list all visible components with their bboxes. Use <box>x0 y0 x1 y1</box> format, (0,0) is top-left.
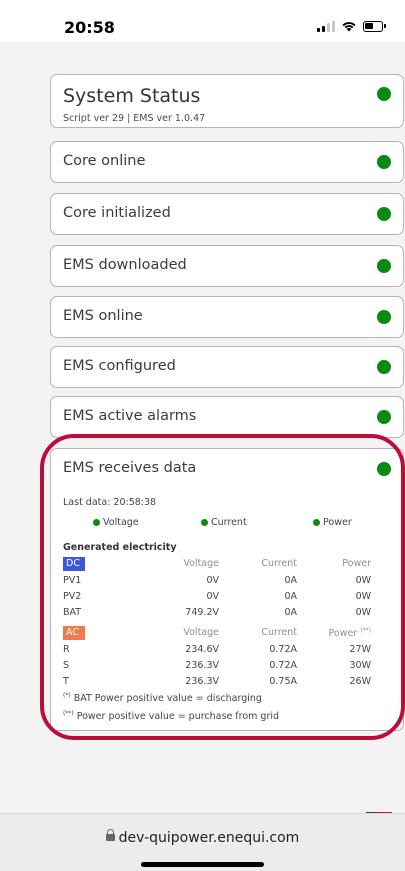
receives-title: EMS receives data <box>63 460 197 476</box>
dc-row-voltage: 0V <box>206 591 219 602</box>
ac-row-name: T <box>63 676 69 687</box>
check-label: EMS configured <box>63 358 176 374</box>
system-status-card: System Status Script ver 29 | EMS ver 1.… <box>50 74 404 128</box>
dc-tag: DC <box>63 557 85 571</box>
signal-icon <box>317 20 335 32</box>
dc-row-name: PV2 <box>63 591 82 602</box>
ac-row-voltage: 236.3V <box>185 660 219 671</box>
battery-icon <box>363 20 386 32</box>
lock-icon <box>105 829 115 841</box>
status-ok-icon <box>93 519 100 526</box>
dc-row-name: BAT <box>63 607 82 618</box>
status-ok-icon <box>201 519 208 526</box>
legend-label: Current <box>211 517 247 528</box>
dc-row-voltage: 0V <box>206 575 219 586</box>
status-ok-icon <box>377 87 391 101</box>
ac-header-power: Power (**) <box>309 627 371 639</box>
dc-header-voltage: Voltage <box>183 558 219 569</box>
footnote-bat: (*) BAT Power positive value = dischargi… <box>63 692 262 704</box>
address-bar[interactable]: dev-quipower.enequi.com <box>0 829 405 846</box>
check-ems-configured: EMS configured <box>50 346 404 388</box>
status-ok-icon <box>377 410 391 424</box>
status-ok-icon <box>377 155 391 169</box>
last-data-timestamp: Last data: 20:58:38 <box>63 497 157 508</box>
ac-row-name: R <box>63 644 70 655</box>
system-status-versions: Script ver 29 | EMS ver 1.0.47 <box>63 113 206 124</box>
status-ok-icon <box>377 310 391 324</box>
legend-power: Power <box>313 517 352 528</box>
ac-header-voltage: Voltage <box>183 627 219 638</box>
browser-bar: dev-quipower.enequi.com <box>0 813 405 871</box>
legend-label: Power <box>323 517 352 528</box>
legend-label: Voltage <box>103 517 139 528</box>
check-ems-online: EMS online <box>50 296 404 338</box>
dc-row-power: 0W <box>355 591 371 602</box>
check-core-initialized: Core initialized <box>50 193 404 235</box>
status-time: 20:58 <box>64 18 115 37</box>
check-label: EMS downloaded <box>63 257 187 273</box>
page-content: System Status Script ver 29 | EMS ver 1.… <box>0 42 405 830</box>
status-icons <box>317 20 386 32</box>
check-ems-downloaded: EMS downloaded <box>50 245 404 287</box>
ac-row-current: 0.75A <box>269 676 297 687</box>
ac-header-power-label: Power <box>328 628 358 640</box>
wifi-icon <box>342 22 356 32</box>
dc-row-current: 0A <box>284 607 297 618</box>
footnote-text: BAT Power positive value = discharging <box>70 693 262 705</box>
check-core-online: Core online <box>50 141 404 183</box>
ac-row-current: 0.72A <box>269 644 297 655</box>
check-label: Core online <box>63 153 146 169</box>
ac-row-power: 27W <box>349 644 371 655</box>
ac-row-voltage: 236.3V <box>185 676 219 687</box>
check-label: EMS active alarms <box>63 408 197 424</box>
ac-row-voltage: 234.6V <box>185 644 219 655</box>
generated-electricity-title: Generated electricity <box>63 542 177 553</box>
legend-current: Current <box>201 517 247 528</box>
dc-row-voltage: 749.2V <box>185 607 219 618</box>
footnote-marker: (**) <box>360 627 371 634</box>
dc-row-power: 0W <box>355 575 371 586</box>
ac-row-current: 0.72A <box>269 660 297 671</box>
dc-row-power: 0W <box>355 607 371 618</box>
status-bar: 20:58 <box>0 0 405 42</box>
ac-tag: AC <box>63 626 85 640</box>
dc-header-power: Power <box>342 558 371 569</box>
ac-row-power: 30W <box>349 660 371 671</box>
ac-row-power: 26W <box>349 676 371 687</box>
status-ok-icon <box>377 462 391 476</box>
footnote-text: Power positive value = purchase from gri… <box>73 711 280 723</box>
ac-header-current: Current <box>261 627 297 638</box>
status-ok-icon <box>377 259 391 273</box>
check-ems-active-alarms: EMS active alarms <box>50 396 404 438</box>
home-indicator[interactable] <box>141 862 264 867</box>
legend-voltage: Voltage <box>93 517 139 528</box>
status-ok-icon <box>377 360 391 374</box>
dc-row-current: 0A <box>284 575 297 586</box>
ems-receives-data-card: EMS receives data Last data: 20:58:38 Vo… <box>50 448 404 731</box>
footnote-marker: (*) <box>63 692 71 699</box>
status-ok-icon <box>313 519 320 526</box>
system-status-title: System Status <box>63 85 201 107</box>
dc-row-current: 0A <box>284 591 297 602</box>
status-ok-icon <box>377 207 391 221</box>
footnote-grid: (**) Power positive value = purchase fro… <box>63 710 279 722</box>
footnote-marker: (**) <box>63 710 74 717</box>
check-label: EMS online <box>63 308 143 324</box>
url-text: dev-quipower.enequi.com <box>118 830 300 846</box>
ac-row-name: S <box>63 660 70 671</box>
dc-header-current: Current <box>261 558 297 569</box>
dc-row-name: PV1 <box>63 575 82 586</box>
check-label: Core initialized <box>63 205 171 221</box>
